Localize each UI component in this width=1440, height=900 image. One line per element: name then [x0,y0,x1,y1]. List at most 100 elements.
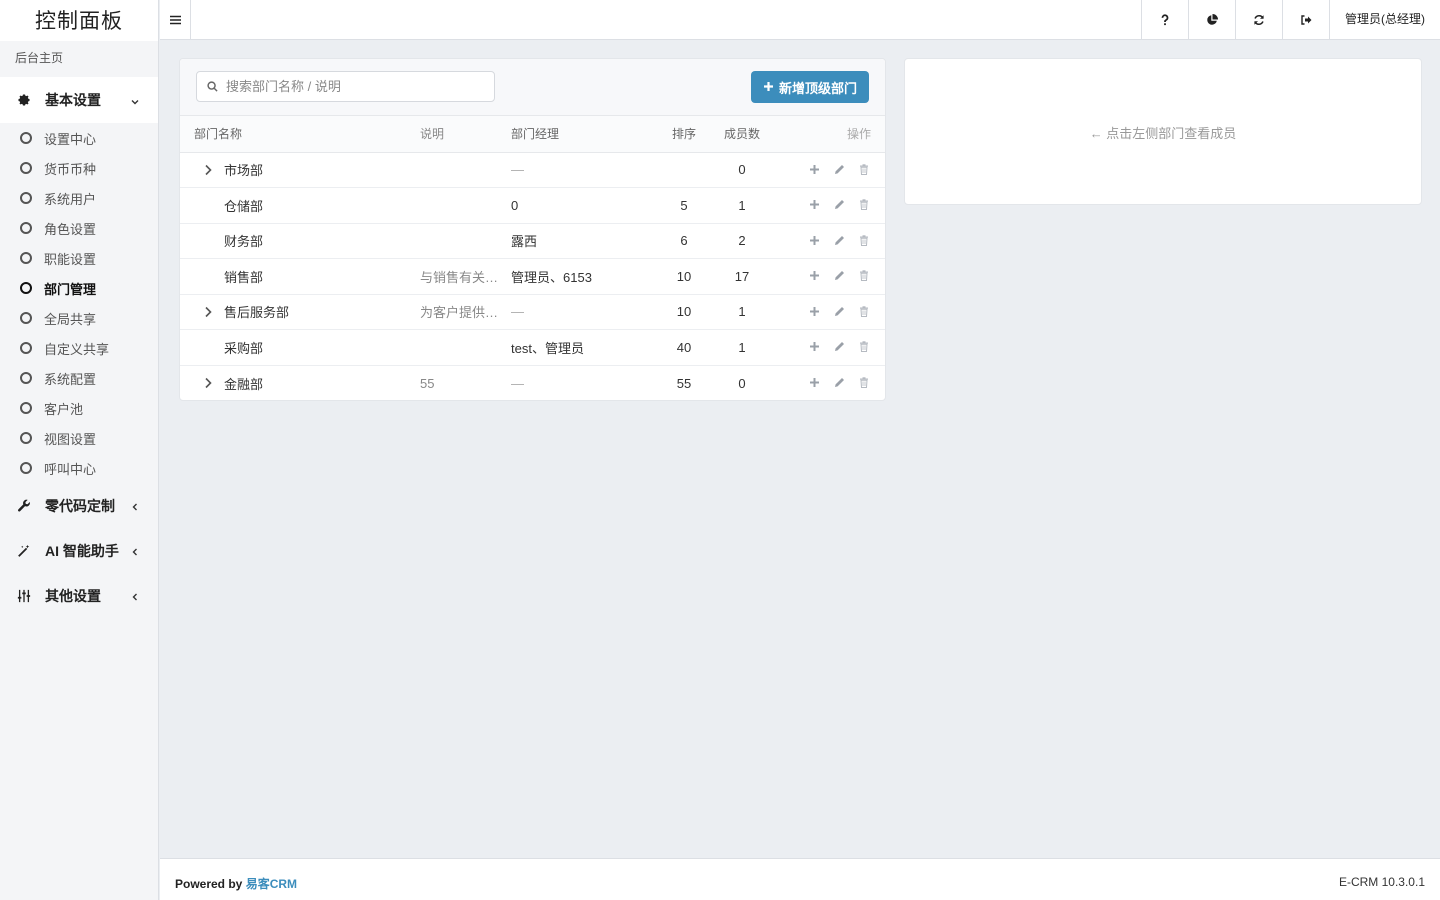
cell-name: 仓储部 [180,187,420,224]
help-button[interactable] [1141,0,1188,40]
add-subdepartment-icon[interactable] [807,304,821,318]
edit-icon[interactable] [832,304,846,318]
cell-desc: 为客户提供… [420,294,511,330]
circle-icon [20,282,32,294]
plus-icon [763,79,774,95]
circle-icon [20,402,32,414]
department-panel: 新增顶级部门 部门名称 说明 部门经理 排序 成员数 操作 市场部—0仓储部05… [179,58,886,401]
sidebar-item-departments[interactable]: 部门管理 [0,273,158,303]
table-row[interactable]: 仓储部 0 5 1 [180,187,885,224]
delete-icon[interactable] [857,269,871,283]
add-subdepartment-icon[interactable] [807,233,821,247]
circle-icon [20,192,32,204]
sidebar-group-other[interactable]: 其他设置 [0,573,158,618]
table-row[interactable]: 销售部 与销售有关… 管理员、6153 10 17 [180,258,885,295]
department-name[interactable]: 市场部 [224,160,263,179]
sidebar-item-global-share[interactable]: 全局共享 [0,303,158,333]
department-name[interactable]: 销售部 [224,267,263,286]
delete-icon[interactable] [857,375,871,389]
add-subdepartment-icon[interactable] [807,269,821,283]
chevron-right-icon[interactable] [200,304,216,320]
sidebar-item-view-settings[interactable]: 视图设置 [0,423,158,453]
edit-icon[interactable] [832,233,846,247]
pie-chart-icon [1207,14,1218,25]
column-header-sort: 排序 [656,116,712,153]
chevron-left-icon [130,499,140,515]
add-subdepartment-icon[interactable] [807,198,821,212]
sidebar-item-custom-share[interactable]: 自定义共享 [0,333,158,363]
delete-icon[interactable] [857,198,871,212]
circle-icon [20,312,32,324]
sidebar-item-label: 客户池 [44,401,84,417]
department-name[interactable]: 售后服务部 [224,302,289,321]
delete-icon[interactable] [857,304,871,318]
add-subdepartment-icon[interactable] [807,375,821,389]
circle-icon [20,462,32,474]
edit-icon[interactable] [832,269,846,283]
sidebar-group-basic-header[interactable]: 基本设置 [0,77,158,123]
footer-version: E-CRM 10.3.0.1 [1338,875,1425,889]
sidebar-item-system-users[interactable]: 系统用户 [0,183,158,213]
refresh-button[interactable] [1235,0,1282,40]
delete-icon[interactable] [857,233,871,247]
sidebar-item-currency[interactable]: 货币币种 [0,153,158,183]
cell-name: 采购部 [180,329,420,366]
hamburger-icon [169,15,181,25]
table-row[interactable]: 财务部 露西 6 2 [180,223,885,259]
add-subdepartment-icon[interactable] [807,162,821,176]
table-row[interactable]: 售后服务部 为客户提供… —10 1 [180,294,885,330]
topbar-actions: 管理员(总经理) [1141,0,1440,40]
help-icon [1161,14,1169,26]
cell-sort: 40 [656,329,712,366]
cell-manager: test、管理员 [511,329,656,366]
cell-desc: 与销售有关… [420,258,511,295]
sidebar-item-label: 系统配置 [44,371,97,387]
cell-members: 2 [712,223,772,259]
add-subdepartment-icon[interactable] [807,340,821,354]
table-row[interactable]: 金融部 55 — 55 0 [180,365,885,401]
department-name[interactable]: 财务部 [224,231,263,250]
sidebar-item-label: 自定义共享 [44,341,110,357]
table-row[interactable]: 采购部 test、管理员 40 1 [180,329,885,366]
department-name[interactable]: 金融部 [224,374,263,393]
cell-members: 1 [712,329,772,366]
sidebar-home-link[interactable]: 后台主页 [0,41,158,77]
cell-manager: 0 [511,187,656,224]
current-user-menu[interactable]: 管理员(总经理) [1329,0,1440,40]
edit-icon[interactable] [832,340,846,354]
delete-icon[interactable] [857,340,871,354]
sidebar-item-functions[interactable]: 职能设置 [0,243,158,273]
edit-icon[interactable] [832,162,846,176]
footer-powered-prefix: Powered by [175,877,246,891]
add-top-department-button[interactable]: 新增顶级部门 [750,71,869,103]
cell-sort: 5 [656,187,712,224]
chevron-right-icon[interactable] [200,162,216,178]
edit-icon[interactable] [832,198,846,212]
delete-icon[interactable] [857,162,871,176]
search-input[interactable] [226,79,476,94]
footer-brand-link[interactable]: 易客CRM [246,877,297,891]
sidebar-group-ai[interactable]: AI 智能助手 [0,528,158,573]
column-header-members: 成员数 [712,116,772,153]
menu-toggle-button[interactable] [160,0,191,40]
gear-icon [17,93,31,107]
cell-name: 金融部 [180,365,420,401]
department-table: 部门名称 说明 部门经理 排序 成员数 操作 市场部 —0 仓储部 0 5 1 财务部 露西 6… [180,116,885,401]
department-name[interactable]: 采购部 [224,338,263,357]
sidebar-item-roles[interactable]: 角色设置 [0,213,158,243]
sidebar-item-call-center[interactable]: 呼叫中心 [0,453,158,483]
stats-button[interactable] [1188,0,1235,40]
sidebar-item-system-config[interactable]: 系统配置 [0,363,158,393]
sidebar-item-settings-center[interactable]: 设置中心 [0,123,158,153]
logout-button[interactable] [1282,0,1329,40]
table-row[interactable]: 市场部 — 0 [180,152,885,188]
footer-powered-by: Powered by 易客CRM [175,875,297,892]
sidebar-group-lowcode[interactable]: 零代码定制 [0,483,158,528]
sidebar-item-label: 全局共享 [44,311,97,327]
sidebar-item-customer-pool[interactable]: 客户池 [0,393,158,423]
chevron-right-icon[interactable] [200,375,216,391]
sidebar-item-label: 系统用户 [44,191,97,207]
cell-name: 市场部 [180,152,420,188]
edit-icon[interactable] [832,375,846,389]
department-name[interactable]: 仓储部 [224,196,263,215]
